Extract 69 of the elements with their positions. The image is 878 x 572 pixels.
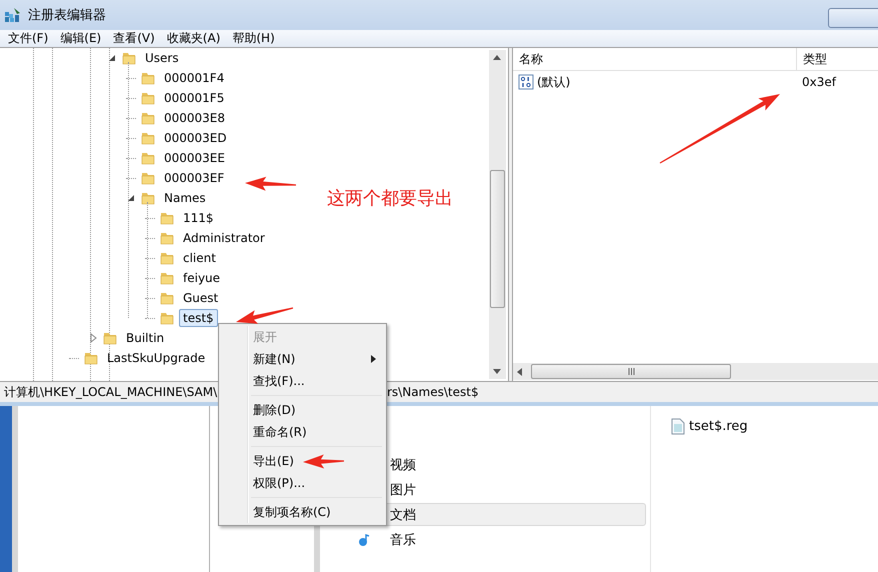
tree-item[interactable]: Administrator <box>179 229 269 247</box>
vertical-scrollbar[interactable] <box>489 50 506 379</box>
tree-item[interactable]: client <box>179 249 220 267</box>
folder-icon <box>140 170 156 186</box>
folder-icon <box>121 50 137 66</box>
grip-icon <box>628 368 634 375</box>
file-icon <box>671 418 685 435</box>
arrow-annotation <box>245 176 296 191</box>
tree-item[interactable]: Builtin <box>122 329 168 347</box>
tree-item[interactable]: 000003E8 <box>160 109 230 127</box>
context-menu-item[interactable]: 删除(D) <box>221 399 384 421</box>
scroll-left-icon[interactable] <box>517 368 522 376</box>
collapse-arrow-icon[interactable] <box>107 53 117 63</box>
window-button[interactable] <box>828 8 878 28</box>
tree-item[interactable]: Names <box>160 189 210 207</box>
tree-item[interactable]: 000001F5 <box>160 89 228 107</box>
tree-item[interactable]: 111$ <box>179 209 218 227</box>
folder-icon <box>140 150 156 166</box>
value-name: (默认) <box>537 74 570 90</box>
folder-icon <box>159 290 175 306</box>
folder-icon <box>159 250 175 266</box>
window-title: 注册表编辑器 <box>28 7 106 24</box>
tree-item[interactable]: Guest <box>179 289 222 307</box>
tree-item[interactable]: 000003ED <box>160 129 231 147</box>
menu-item[interactable]: 查看(V) <box>107 30 161 47</box>
scroll-up-icon[interactable] <box>493 55 501 60</box>
nav-item[interactable]: 音乐 <box>324 528 646 551</box>
tree-item[interactable]: LastSkuUpgrade <box>103 349 210 367</box>
file-name[interactable]: tset$.reg <box>689 419 748 434</box>
folder-icon <box>159 270 175 286</box>
folder-icon <box>102 330 118 346</box>
tree-item[interactable]: Users <box>141 49 183 67</box>
scroll-down-icon[interactable] <box>493 369 501 374</box>
folder-icon <box>140 110 156 126</box>
menu-item[interactable]: 帮助(H) <box>226 30 281 47</box>
context-menu-item[interactable]: 重命名(R) <box>221 421 384 443</box>
context-menu-item[interactable]: 权限(P)... <box>221 472 384 494</box>
context-menu-item[interactable]: 新建(N) <box>221 348 384 370</box>
collapse-arrow-icon[interactable] <box>126 193 136 203</box>
horizontal-scrollbar[interactable] <box>513 363 878 380</box>
arrow-annotation <box>236 307 294 324</box>
context-menu-item[interactable]: 导出(E) <box>221 450 384 472</box>
expand-arrow-icon[interactable] <box>88 333 98 343</box>
folder-icon <box>159 310 175 326</box>
tree-item[interactable]: 000003EF <box>160 169 228 187</box>
tree-item[interactable]: 000001F4 <box>160 69 228 87</box>
tree-item[interactable]: feiyue <box>179 269 224 287</box>
tree-item[interactable]: test$ <box>179 309 218 327</box>
menu-item[interactable]: 收藏夹(A) <box>160 30 226 47</box>
folder-icon <box>159 230 175 246</box>
column-header[interactable]: 名称 <box>513 48 797 70</box>
column-header[interactable]: 类型 <box>797 48 827 70</box>
folder-icon <box>140 70 156 86</box>
folder-icon <box>159 210 175 226</box>
arrow-annotation <box>303 454 344 468</box>
folder-icon <box>140 90 156 106</box>
registry-editor-icon <box>4 6 22 24</box>
tree-item[interactable]: 000003EE <box>160 149 229 167</box>
value-type: 0x3ef <box>802 75 836 89</box>
folder-icon <box>83 350 99 366</box>
context-menu-item[interactable]: 查找(F)... <box>221 370 384 392</box>
status-path: rs\Names\test$ <box>387 385 480 399</box>
status-path: 计算机\HKEY_LOCAL_MACHINE\SAM\ <box>4 384 218 400</box>
binary-value-icon <box>518 74 534 90</box>
folder-icon <box>140 190 156 206</box>
menu-item[interactable]: 编辑(E) <box>54 30 108 47</box>
annotation-text: 这两个都要导出 <box>327 187 453 210</box>
menu-item[interactable]: 文件(F) <box>2 30 54 47</box>
folder-icon <box>140 130 156 146</box>
